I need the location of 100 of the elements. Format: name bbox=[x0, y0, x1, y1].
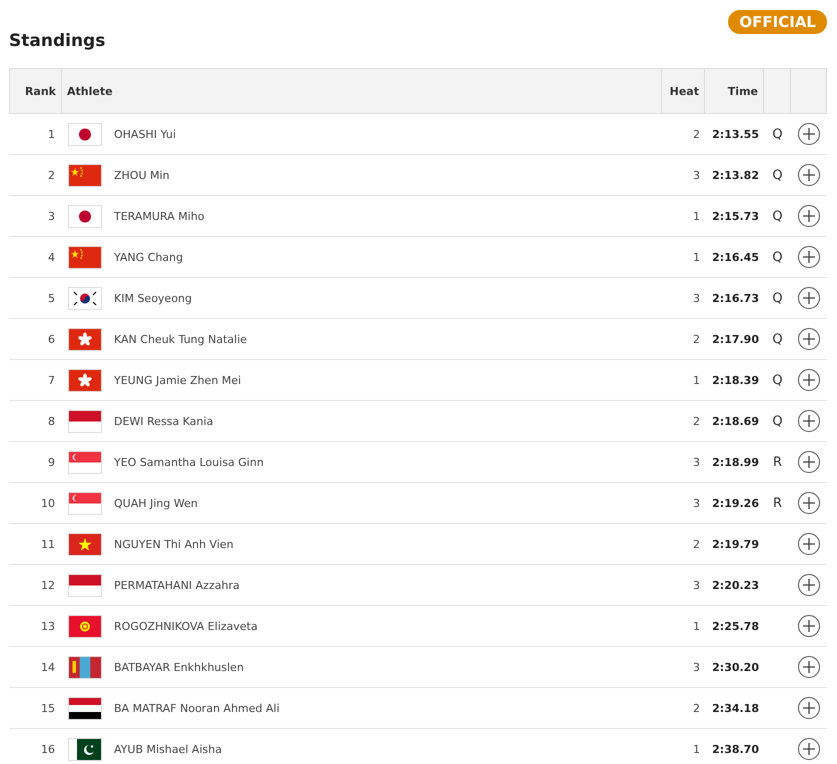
heat-cell-text: 3 bbox=[692, 496, 701, 510]
flag-icon bbox=[68, 164, 102, 186]
flag-icon bbox=[68, 328, 102, 350]
plus-icon bbox=[803, 374, 815, 386]
expand-button[interactable] bbox=[798, 492, 820, 514]
rank-cell-text: 10 bbox=[40, 496, 56, 510]
time-cell-text: 2:18.39 bbox=[711, 374, 760, 386]
heat-cell-text: 3 bbox=[692, 292, 701, 304]
expand-button[interactable] bbox=[798, 615, 820, 637]
heat-cell-text: 2 bbox=[692, 538, 701, 550]
rank-cell-text: 15 bbox=[40, 702, 56, 714]
expand-button[interactable] bbox=[798, 164, 820, 186]
rank-cell-text: 9 bbox=[47, 456, 56, 468]
time-cell-text: 2:18.99 bbox=[711, 456, 760, 468]
heat-cell-text: 1 bbox=[692, 742, 701, 756]
qualifier-mark: Q bbox=[771, 126, 784, 142]
time-cell-text: 2:17.90 bbox=[711, 332, 760, 346]
time-cell-text: 2:19.26 bbox=[711, 496, 760, 510]
expand-button[interactable] bbox=[798, 738, 820, 760]
heat-cell-text: 1 bbox=[692, 210, 701, 222]
heat-cell-text: 3 bbox=[692, 456, 701, 468]
qualifier-mark: Q bbox=[771, 290, 784, 306]
plus-icon bbox=[803, 210, 815, 222]
rank-cell-text: 1 bbox=[47, 128, 56, 140]
heat-cell-text: 3 bbox=[692, 578, 701, 592]
plus-icon bbox=[803, 497, 815, 509]
athlete-name: YANG Chang bbox=[113, 250, 184, 264]
plus-icon bbox=[803, 579, 815, 591]
rank-cell-text: 5 bbox=[47, 292, 56, 304]
flag-icon bbox=[68, 450, 102, 474]
heat-cell-text: 2 bbox=[692, 332, 701, 346]
qualifier-mark: R bbox=[772, 454, 784, 470]
plus-icon bbox=[803, 538, 815, 550]
expand-button[interactable] bbox=[798, 533, 820, 555]
time-cell-text: 2:34.18 bbox=[711, 702, 760, 714]
athlete-name: YEUNG Jamie Zhen Mei bbox=[113, 374, 242, 386]
plus-icon bbox=[803, 169, 815, 181]
expand-button[interactable] bbox=[798, 451, 820, 473]
time-cell-text: 2:15.73 bbox=[711, 210, 760, 222]
athlete-name: PERMATAHANI Azzahra bbox=[113, 578, 241, 592]
rank-cell-text: 6 bbox=[47, 332, 56, 346]
athlete-name: BATBAYAR Enkhkhuslen bbox=[113, 660, 245, 674]
rank-cell-text: 16 bbox=[40, 742, 56, 756]
flag-icon bbox=[68, 368, 102, 392]
heat-cell-text: 1 bbox=[692, 620, 701, 632]
expand-button[interactable] bbox=[798, 656, 820, 678]
expand-button[interactable] bbox=[798, 246, 820, 268]
flag-icon bbox=[68, 574, 102, 596]
athlete-name: ROGOZHNIKOVA Elizaveta bbox=[113, 620, 259, 632]
heat-cell-text: 1 bbox=[692, 374, 701, 386]
qualifier-mark: Q bbox=[771, 168, 784, 182]
expand-button[interactable] bbox=[798, 574, 820, 596]
plus-icon bbox=[803, 661, 815, 673]
status-badge: OFFICIAL bbox=[728, 10, 827, 34]
qualifier-mark: Q bbox=[771, 372, 784, 388]
column-header: Rank bbox=[24, 84, 56, 98]
flag-icon bbox=[68, 122, 102, 146]
time-cell-text: 2:20.23 bbox=[711, 578, 760, 592]
athlete-name: DEWI Ressa Kania bbox=[113, 414, 214, 428]
heat-cell-text: 3 bbox=[692, 660, 701, 674]
column-header: Time bbox=[728, 84, 758, 98]
athlete-name: AYUB Mishael Aisha bbox=[113, 742, 223, 756]
athlete-name: OHASHI Yui bbox=[113, 128, 177, 140]
expand-button[interactable] bbox=[798, 697, 820, 719]
plus-icon bbox=[803, 743, 815, 755]
athlete-name: BA MATRAF Nooran Ahmed Ali bbox=[113, 702, 281, 714]
time-cell-text: 2:16.73 bbox=[711, 292, 760, 304]
time-cell-text: 2:16.45 bbox=[711, 250, 760, 264]
heat-cell-text: 3 bbox=[692, 168, 701, 182]
flag-icon bbox=[68, 532, 102, 556]
time-cell-text: 2:25.78 bbox=[711, 620, 760, 632]
expand-button[interactable] bbox=[798, 410, 820, 432]
expand-button[interactable] bbox=[798, 369, 820, 391]
qualifier-mark: Q bbox=[771, 414, 784, 428]
athlete-name: NGUYEN Thi Anh Vien bbox=[113, 538, 234, 550]
column-header: Athlete bbox=[67, 84, 113, 98]
flag-icon bbox=[68, 286, 102, 310]
plus-icon bbox=[803, 456, 815, 468]
flag-icon bbox=[68, 614, 102, 638]
expand-button[interactable] bbox=[798, 123, 820, 145]
expand-button[interactable] bbox=[798, 328, 820, 350]
rank-cell-text: 13 bbox=[40, 620, 56, 632]
plus-icon bbox=[803, 128, 815, 140]
rank-cell-text: 4 bbox=[47, 250, 56, 264]
time-cell-text: 2:13.55 bbox=[711, 128, 760, 140]
flag-icon bbox=[68, 204, 102, 228]
athlete-name: YEO Samantha Louisa Ginn bbox=[113, 456, 265, 468]
plus-icon bbox=[803, 702, 815, 714]
expand-button[interactable] bbox=[798, 205, 820, 227]
time-cell-text: 2:19.79 bbox=[711, 538, 760, 550]
qualifier-mark: R bbox=[772, 496, 784, 510]
plus-icon bbox=[803, 620, 815, 632]
flag-icon bbox=[68, 656, 102, 678]
qualifier-mark: Q bbox=[771, 250, 784, 264]
time-cell-text: 2:38.70 bbox=[711, 742, 760, 756]
expand-button[interactable] bbox=[798, 287, 820, 309]
athlete-name: QUAH Jing Wen bbox=[113, 496, 199, 510]
flag-icon bbox=[68, 696, 102, 720]
athlete-name: KAN Cheuk Tung Natalie bbox=[113, 332, 248, 346]
qualifier-mark: Q bbox=[771, 332, 784, 346]
